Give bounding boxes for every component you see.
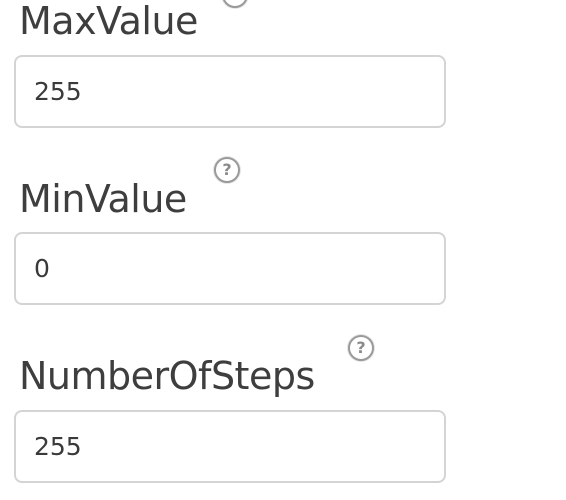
min-value-help-icon[interactable]: ? [214, 157, 240, 183]
max-value-label-row: MaxValue [19, 2, 198, 40]
number-of-steps-label: NumberOfSteps [19, 354, 315, 398]
min-value-label: MinValue [19, 177, 187, 221]
number-of-steps-input[interactable] [14, 410, 446, 483]
number-of-steps-help-icon[interactable]: ? [348, 335, 374, 361]
min-value-label-row: MinValue [19, 180, 187, 218]
max-value-input[interactable] [14, 55, 446, 128]
number-of-steps-label-row: NumberOfSteps [19, 357, 315, 395]
max-value-help-icon[interactable]: ? [222, 0, 248, 8]
min-value-input[interactable] [14, 232, 446, 305]
settings-form: MaxValue ? MinValue ? NumberOfSteps ? [0, 0, 566, 500]
max-value-label: MaxValue [19, 0, 198, 43]
